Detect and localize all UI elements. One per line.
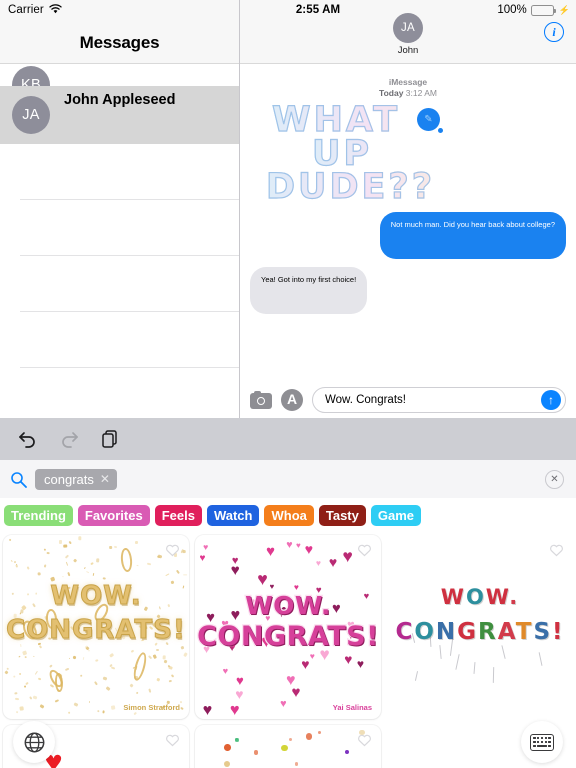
sticker-app-drawer: congrats ✕ ✕ Trending Favorites Feels Wa…	[0, 418, 576, 768]
heart-outline-icon[interactable]	[165, 733, 180, 748]
message-row: Not much man. Did you hear back about co…	[250, 212, 571, 259]
message-bubble-outgoing[interactable]: Not much man. Did you hear back about co…	[379, 212, 571, 259]
sticker-card-candy[interactable]: WOW. CONGRATS!	[387, 535, 573, 719]
sticker-card-pink[interactable]: ♥ ♥ ♥ ♥ ♥ ♥ ♥ ♥ ♥ ♥ ♥ ♥ ♥ ♥ ♥ ♥ ♥ ♥ ♥ ♥ ♥ ♥ ♥ ♥ ♥ ♥ ♥ ♥ ♥ ♥ ♥ ♥ ♥ ♥ ♥ ♥ ♥ ♥ ♥ ♥…	[195, 535, 381, 719]
page-title: Messages	[79, 33, 160, 52]
list-item[interactable]	[0, 144, 239, 200]
sticker-line-2: CONGRATS!	[196, 621, 380, 652]
handwriting-line-3: DUDE??	[265, 169, 566, 205]
undo-arrow-icon[interactable]	[16, 427, 40, 451]
message-bubble-incoming[interactable]: Yea! Got into my first choice!	[245, 267, 368, 314]
sticker-search-bar[interactable]: congrats ✕ ✕	[0, 460, 576, 498]
sticker-line-2: CONGRATS!	[395, 619, 565, 645]
sticker-cell[interactable]: ♥ ♥ ♥ ♥ ♥ ♥ ♥ ♥ ♥ ♥ ♥ ♥ ♥ ♥ ♥ ♥ ♥ ♥ ♥ ♥ ♥ ♥ ♥ ♥ ♥ ♥ ♥ ♥ ♥ ♥ ♥ ♥ ♥ ♥ ♥ ♥ ♥ ♥ ♥ ♥…	[192, 532, 384, 722]
service-label: iMessage	[388, 77, 428, 87]
lightning-bolt-icon: ⚡	[558, 4, 570, 15]
chip-watch[interactable]: Watch	[206, 505, 260, 526]
handwriting-line-2: UP	[311, 135, 566, 171]
battery-percent-label: 100%	[497, 4, 527, 16]
avatar: JA	[12, 96, 50, 134]
redo-arrow-icon[interactable]	[57, 427, 81, 451]
conversation-list: KB JA John Appleseed	[0, 64, 239, 418]
duplicate-icon[interactable]	[98, 427, 122, 451]
message-input-bar: A Wow. Congrats! ↑	[240, 382, 576, 418]
app-store-icon[interactable]: A	[281, 389, 303, 411]
list-item[interactable]	[0, 256, 239, 312]
keyboard-icon[interactable]	[521, 721, 563, 763]
sidebar-item-john-appleseed[interactable]: JA John Appleseed	[0, 86, 239, 144]
heart-outline-icon[interactable]	[165, 543, 180, 558]
clear-circle-icon[interactable]: ✕	[545, 469, 564, 489]
chip-trending[interactable]: Trending	[4, 505, 73, 526]
sticker-credit: Simon Stratford	[123, 703, 180, 712]
info-icon[interactable]: i	[544, 22, 564, 42]
date-day: Today	[379, 87, 404, 98]
date-time: 3:12 AM	[405, 87, 437, 98]
message-input-field[interactable]: Wow. Congrats! ↑	[312, 387, 566, 413]
sticker-card-gold[interactable]: WOW. CONGRATS! Simon Stratford	[3, 535, 189, 719]
x-icon[interactable]: ✕	[100, 473, 110, 485]
search-token[interactable]: congrats ✕	[35, 468, 117, 490]
sticker-line-1: WOW.	[440, 585, 520, 609]
thread-timestamp: iMessage Today 3:12 AM	[250, 77, 566, 98]
category-chip-row: Trending Favorites Feels Watch Whoa Tast…	[0, 498, 576, 532]
peer-name-label: John	[397, 45, 419, 56]
battery-full-icon	[530, 4, 556, 16]
message-input-value: Wow. Congrats!	[325, 394, 406, 406]
chip-feels[interactable]: Feels	[154, 505, 202, 526]
heart-outline-icon[interactable]	[549, 543, 564, 558]
list-item-label: John Appleseed	[64, 92, 176, 108]
conversation-pane: JA John i iMessage Today 3:12 AM WHAT UP…	[240, 0, 576, 418]
sticker-credit: Yai Salinas	[332, 703, 372, 712]
ipad-messages-screen: Carrier 2:55 AM 100% ⚡ Messages KB JA Jo…	[0, 0, 576, 768]
list-item[interactable]: KB	[0, 64, 239, 86]
handwriting-sticker[interactable]: WHAT UP DUDE?? ✎ Handwriting	[250, 102, 566, 260]
camera-icon[interactable]	[250, 391, 272, 409]
send-button[interactable]: ↑	[541, 390, 561, 410]
sticker-cell[interactable]: WOW. CONGRATS! Simon Stratford	[0, 532, 192, 722]
message-row: Yea! Got into my first choice!	[245, 267, 566, 314]
status-bar-center: 2:55 AM	[0, 4, 576, 16]
clock-label: 2:55 AM	[295, 4, 341, 16]
conversations-sidebar: Messages KB JA John Appleseed	[0, 0, 240, 418]
heart-outline-icon[interactable]	[357, 543, 372, 558]
status-bar: Carrier 2:55 AM 100% ⚡	[0, 0, 576, 20]
search-token-label: congrats	[44, 471, 94, 487]
sticker-art-confetti	[195, 725, 381, 768]
sticker-line-2: CONGRATS!	[6, 615, 186, 645]
sticker-grid: WOW. CONGRATS! Simon Stratford ♥ ♥ ♥ ♥ ♥ ♥ ♥ ♥ ♥…	[0, 532, 576, 768]
search-magnifier-icon	[10, 471, 27, 488]
sticker-cell[interactable]: WOW. CONGRATS!	[384, 532, 576, 722]
sticker-line-1: WOW.	[244, 591, 332, 620]
list-item[interactable]	[0, 368, 239, 418]
sticker-line-1: WOW.	[50, 581, 142, 611]
chip-tasty[interactable]: Tasty	[318, 505, 366, 526]
avatar: KB	[12, 66, 50, 86]
sticker-cell[interactable]	[192, 722, 384, 768]
chip-game[interactable]: Game	[370, 505, 422, 526]
sticker-toolbar	[0, 418, 576, 460]
date-label: Today 3:12 AM	[250, 88, 566, 99]
heart-outline-icon[interactable]	[357, 733, 372, 748]
split-view: Messages KB JA John Appleseed JA John i …	[0, 0, 576, 418]
list-item[interactable]	[0, 312, 239, 368]
chip-favorites[interactable]: Favorites	[77, 505, 150, 526]
chip-whoa[interactable]: Whoa	[264, 505, 314, 526]
message-thread: iMessage Today 3:12 AM WHAT UP DUDE?? ✎ …	[240, 64, 576, 384]
sticker-card-confetti[interactable]	[195, 725, 381, 768]
globe-icon[interactable]	[13, 721, 55, 763]
list-item[interactable]	[0, 200, 239, 256]
status-bar-right: 100% ⚡	[497, 4, 570, 16]
